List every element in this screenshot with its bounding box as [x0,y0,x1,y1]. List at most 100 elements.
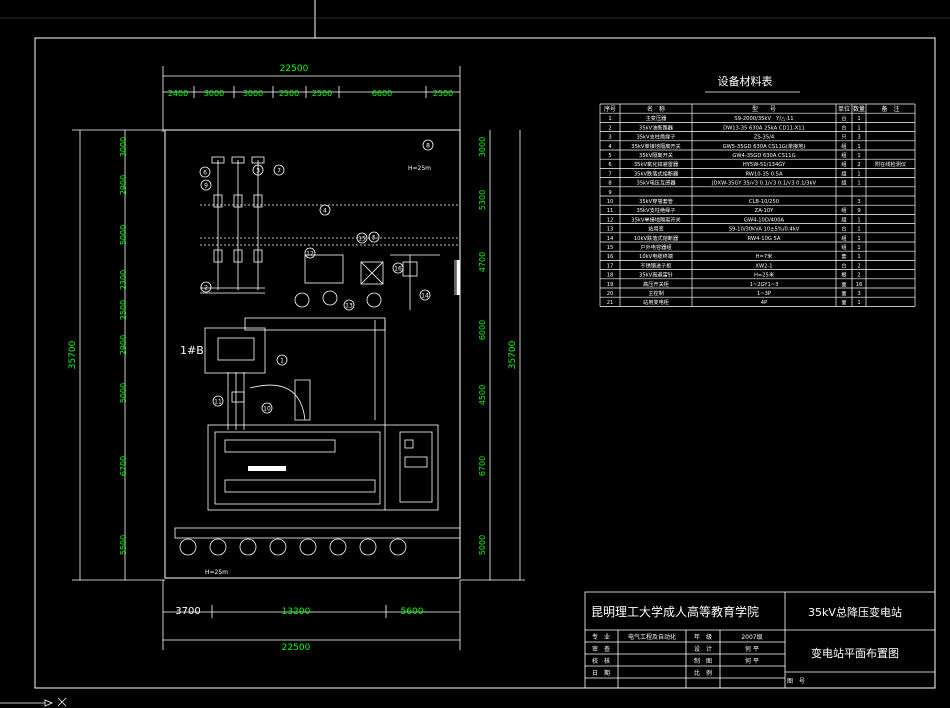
dim-top-part: 3000 [204,89,224,98]
dim-right-part: 4700 [478,252,487,272]
dim-left-part: 6700 [119,456,128,476]
table-cell: 面 [841,299,846,306]
title-field-label: 设 计 [694,645,712,653]
dim-left-total: 35700 [68,340,78,369]
table-cell: HY5W-51/134GY [743,162,786,168]
table-header-cell: 名 称 [647,105,665,113]
title-field-label: 图 号 [787,678,805,685]
dim-left-part: 5000 [119,383,128,403]
dim-right-part: 6000 [478,320,487,340]
drawing-name: 变电站平面布置图 [811,646,899,660]
table-cell: 1 [857,171,860,177]
height-mark-bottom: H=25m [205,569,228,576]
table-cell: 10kV跌落式熔断器 [634,234,679,242]
table-cell: 台 [841,123,846,131]
table-cell: S9-10/30kVA 10±5%/0.4kV [729,227,800,233]
table-cell: 3 [857,135,860,141]
table-cell: 台 [841,261,846,269]
callout-number: 12 [306,251,314,258]
callout-number: 4 [323,208,327,215]
table-cell: 1 [608,116,611,122]
dim-left-part: 3000 [119,137,128,157]
ucs-icon [0,697,67,707]
table-cell: 8 [608,181,611,187]
table-cell: RW4-10G 5A [748,236,781,242]
title-field-label: 比 例 [694,669,712,677]
dim-right-part: 5300 [478,190,487,210]
capacitor-row [174,527,461,556]
table-cell: JDXW-35GY 35/√3 0.1/√3 0.1/√3 0.1/3kV [711,180,816,187]
table-cell: 2 [857,273,860,279]
table-cell: 12 [607,217,614,223]
table-cell: 组 [841,160,846,168]
dim-right-part: 5000 [478,535,487,555]
dim-top-part: 2500 [279,89,299,98]
title-field-label: 年 级 [694,633,712,641]
table-cell: 2 [608,125,611,131]
table-cell: 附在线检测仪 [875,160,906,168]
table-cell: 17 [607,263,614,269]
table-cell: 1~2GY1~3 [750,282,779,288]
title-field-label: 制 图 [694,657,712,665]
callout-number: 13 [345,303,353,310]
dim-bottom-part-1: 3700 [175,606,200,617]
table-cell: 只 [841,134,846,141]
dim-bottom-total: 22500 [282,643,311,653]
dim-right-parts: 3000 5300 4700 6000 4500 6700 5000 [478,137,487,555]
table-cell: 主变压器 [646,114,668,122]
equipment-table: 序号 名 称 型 号 单位 数量 备 注 1 主变压器 S9-2000/35kV Y/△-11 台… [599,103,916,307]
callout-number: 15 [358,236,366,243]
outer-border [34,37,936,689]
table-cell: 2 [857,162,860,168]
callout-number: 10 [263,406,271,413]
table-title: 设备材料表 [718,74,773,88]
switchyard-35kv [200,156,460,310]
table-cell: 15 [607,245,614,251]
table-cell: 4P [761,300,767,306]
table-cell: GW5-35GD 630A CS11G(单接地) [723,142,806,150]
table-cell: RW10-35 0.5A [745,171,782,177]
height-mark-top: H=25m [408,165,431,172]
table-cell: 11 [607,208,614,214]
dim-top-part: 3000 [243,89,263,98]
table-cell: 35kV跌落式熔断器 [634,169,679,177]
table-cell: 1 [857,254,860,260]
dim-right-part: 6700 [478,456,487,476]
table-cell: 7 [608,171,611,177]
table-cell: 1 [857,300,860,306]
project-name: 35kV总降压变电站 [808,605,902,619]
table-cell: 20 [607,291,614,297]
table-cell: H=25米 [754,271,775,279]
callout-bubbles: 123456 78910111213141516 [199,139,434,414]
table-header-cell: 数量 [853,105,865,113]
callout-number: 1 [280,358,284,365]
callout-number: 7 [277,168,281,175]
control-building-marker [248,466,286,471]
table-header-cell: 序号 [604,105,616,113]
callout-number: 2 [204,285,208,292]
table-header-cell: 备 注 [881,105,899,113]
table-cell: 5 [608,153,611,159]
dim-left-part: 2300 [119,270,128,290]
table-cell: DW13-35 630A 25kA CD11-X11 [723,125,805,131]
table-cell: 35kV电压互感器 [636,179,676,187]
table-cell: 4 [608,144,612,150]
table-cell: 35kV油断路器 [639,123,674,131]
table-cell: 35kV支柱绝缘子 [636,206,675,214]
table-cell: 组 [841,234,846,242]
table-cell: ZA-10Y [755,208,774,214]
table-cell: ZS-35/4 [754,135,775,141]
table-cell: 16 [607,254,614,260]
table-cell: 套 [841,252,847,260]
table-cell: 35kV单接地隔离开关 [631,142,680,150]
table-cell: 组 [841,151,846,159]
table-cell: 9 [608,190,611,196]
dim-left-part: 2900 [119,175,128,195]
callout-number: 5 [372,235,376,242]
table-cell: 高压开关柜 [643,280,669,288]
callout-number: 16 [394,266,402,273]
table-cell: GW4-10D/400A [744,217,785,223]
table-cell: 35kV穿墙套管 [639,197,673,205]
dimension-top [162,66,461,132]
table-cell: 16 [856,282,863,288]
